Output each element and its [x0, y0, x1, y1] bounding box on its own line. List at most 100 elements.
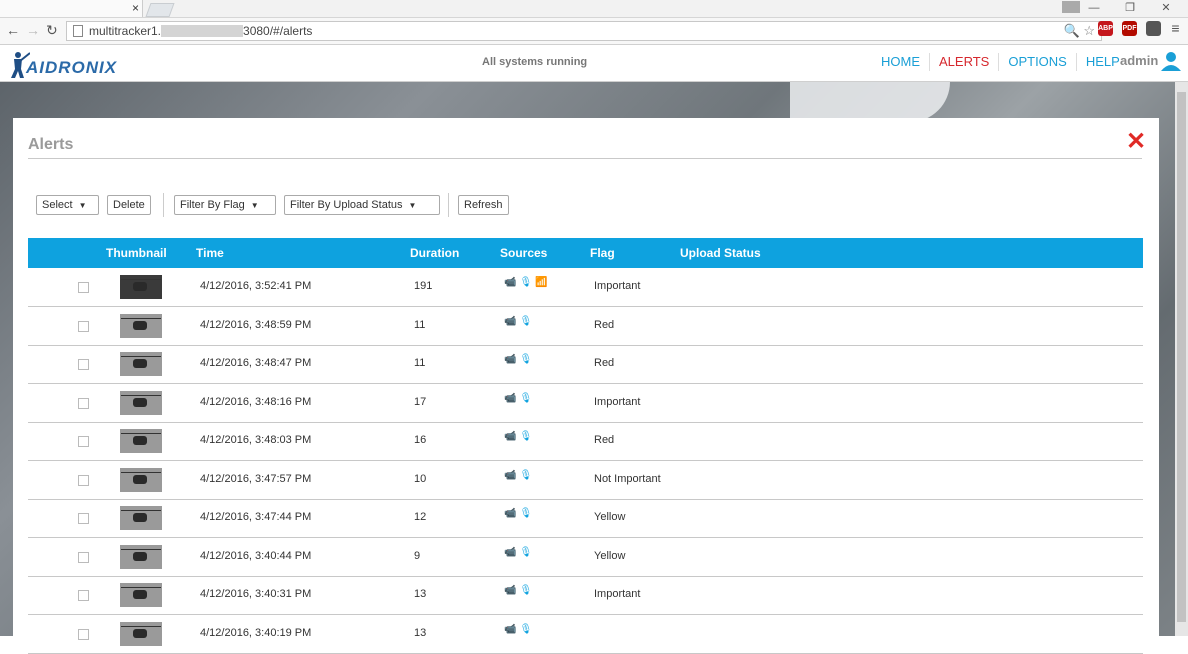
cell-time: 4/12/2016, 3:48:03 PM	[200, 434, 312, 446]
cell-duration: 11	[414, 318, 426, 331]
thumbnail-image[interactable]	[120, 390, 162, 415]
cell-flag: Yellow	[594, 511, 626, 523]
thumbnail-image[interactable]	[120, 506, 162, 530]
main-nav: HOME ALERTS OPTIONS HELP	[872, 53, 1129, 71]
select-dropdown[interactable]: Select ▼	[36, 195, 99, 215]
drone-image	[133, 590, 147, 599]
cell-time: 4/12/2016, 3:52:41 PM	[200, 280, 312, 292]
browser-toolbar: ← → ↻ multitracker1. 3080/#/alerts 🔍 ☆	[0, 18, 1188, 45]
table-row[interactable]: 4/12/2016, 3:48:59 PM 11 📹🎙 Red	[28, 307, 1143, 346]
sources-icons: 📹🎙	[504, 585, 536, 596]
delete-button[interactable]: Delete	[107, 195, 151, 215]
toolbar-separator	[448, 193, 449, 217]
cell-duration: 9	[414, 549, 421, 562]
table-row[interactable]: 4/12/2016, 3:40:19 PM 13 📹🎙	[28, 615, 1143, 654]
cell-duration: 12	[414, 511, 427, 523]
forward-icon[interactable]: →	[26, 22, 40, 38]
cell-flag: Not Important	[594, 472, 661, 485]
back-icon[interactable]: ←	[6, 22, 20, 38]
thumbnail-image[interactable]	[120, 313, 162, 338]
table-row[interactable]: 4/12/2016, 3:52:41 PM 191 📹🎙📶 Important	[28, 268, 1143, 307]
thumbnail-image[interactable]	[120, 429, 162, 453]
table-row[interactable]: 4/12/2016, 3:47:57 PM 10 📹🎙 Not Important	[28, 461, 1143, 500]
user-name[interactable]: admin	[1120, 53, 1158, 68]
row-checkbox[interactable]	[78, 359, 89, 370]
table-header: Thumbnail Time Duration Sources Flag Upl…	[28, 238, 1143, 268]
sources-icons: 📹🎙	[504, 392, 536, 404]
thumbnail-image[interactable]	[120, 275, 162, 299]
table-row[interactable]: 4/12/2016, 3:48:16 PM 17 📹🎙 Important	[28, 384, 1143, 423]
table-row[interactable]: 4/12/2016, 3:48:47 PM 11 📹🎙 Red	[28, 345, 1143, 384]
toolbar-separator	[163, 193, 164, 217]
nav-options[interactable]: OPTIONS	[998, 53, 1076, 71]
abp-extension-icon[interactable]: ABP	[1098, 21, 1113, 36]
col-flag[interactable]: Flag	[590, 246, 615, 260]
row-checkbox[interactable]	[78, 590, 89, 601]
refresh-button[interactable]: Refresh	[458, 195, 509, 215]
nav-alerts[interactable]: ALERTS	[929, 53, 998, 71]
row-checkbox[interactable]	[78, 628, 89, 640]
col-upload-status[interactable]: Upload Status	[680, 246, 761, 260]
table-row[interactable]: 4/12/2016, 3:40:44 PM 9 📹🎙 Yellow	[28, 538, 1143, 577]
system-status: All systems running	[482, 56, 588, 68]
scrollbar-thumb[interactable]	[1177, 92, 1186, 622]
redacted-host	[161, 25, 244, 37]
cell-flag: Red	[594, 434, 615, 446]
thumbnail-image[interactable]	[120, 583, 162, 607]
close-window-icon[interactable]: ✕	[1148, 0, 1184, 16]
address-bar[interactable]: multitracker1. 3080/#/alerts 🔍 ☆	[66, 21, 1102, 41]
aidronix-logo[interactable]: AIDRONIX	[6, 49, 136, 79]
table-row[interactable]: 4/12/2016, 3:48:03 PM 16 📹🎙 Red	[28, 422, 1143, 461]
minimize-icon[interactable]: —	[1076, 0, 1112, 16]
modal-title: Alerts	[28, 136, 74, 153]
thumbnail-image[interactable]	[120, 544, 162, 569]
cell-time: 4/12/2016, 3:48:59 PM	[200, 318, 312, 331]
drone-image	[133, 551, 147, 561]
col-time[interactable]: Time	[196, 246, 224, 260]
thumbnail-image[interactable]	[120, 352, 162, 376]
pdf-extension-icon[interactable]: PDF	[1122, 21, 1137, 36]
sources-icons: 📹🎙	[504, 315, 536, 327]
cell-flag: Red	[594, 357, 615, 369]
row-checkbox[interactable]	[78, 513, 89, 524]
col-thumbnail[interactable]: Thumbnail	[106, 246, 167, 260]
reload-icon[interactable]: ↻	[46, 22, 58, 39]
drone-image	[133, 282, 147, 291]
restore-icon[interactable]: ❐	[1112, 0, 1148, 16]
row-checkbox[interactable]	[78, 397, 89, 409]
table-row[interactable]: 4/12/2016, 3:40:31 PM 13 📹🎙 Important	[28, 576, 1143, 615]
extension-icon[interactable]	[1146, 21, 1161, 36]
filter-by-upload-status-dropdown[interactable]: Filter By Upload Status ▼	[284, 195, 440, 215]
browser-tab[interactable]: ×	[0, 0, 143, 17]
drone-image	[133, 320, 147, 330]
col-sources[interactable]: Sources	[500, 246, 547, 260]
cell-duration: 16	[414, 434, 427, 446]
menu-icon[interactable]: ≡	[1168, 21, 1183, 36]
row-checkbox[interactable]	[78, 282, 89, 293]
row-checkbox[interactable]	[78, 551, 89, 563]
close-icon[interactable]: ✕	[1126, 130, 1146, 154]
nav-home[interactable]: HOME	[872, 53, 929, 71]
tab-close-icon[interactable]: ×	[132, 1, 139, 15]
new-tab-button[interactable]	[145, 3, 175, 17]
sources-icons: 📹🎙	[504, 546, 536, 558]
thumbnail-image[interactable]	[120, 467, 162, 492]
cell-duration: 17	[414, 395, 427, 408]
cell-time: 4/12/2016, 3:40:44 PM	[200, 549, 312, 562]
zoom-and-bookmark-icons[interactable]: 🔍 ☆	[1064, 23, 1095, 39]
sources-icons: 📹🎙	[504, 508, 536, 519]
window-controls: — ❐ ✕	[1076, 0, 1184, 16]
row-checkbox[interactable]	[78, 436, 89, 447]
table-row[interactable]: 4/12/2016, 3:47:44 PM 12 📹🎙 Yellow	[28, 499, 1143, 538]
filter-by-flag-dropdown[interactable]: Filter By Flag ▼	[174, 195, 276, 215]
cell-time: 4/12/2016, 3:48:47 PM	[200, 357, 312, 369]
cell-duration: 13	[414, 588, 427, 600]
drone-image	[133, 436, 147, 445]
cell-time: 4/12/2016, 3:40:19 PM	[200, 626, 312, 639]
row-checkbox[interactable]	[78, 474, 89, 486]
row-checkbox[interactable]	[78, 320, 89, 332]
user-icon[interactable]	[1160, 51, 1182, 71]
thumbnail-image[interactable]	[120, 621, 162, 646]
cell-flag: Important	[594, 280, 641, 292]
col-duration[interactable]: Duration	[410, 246, 459, 260]
